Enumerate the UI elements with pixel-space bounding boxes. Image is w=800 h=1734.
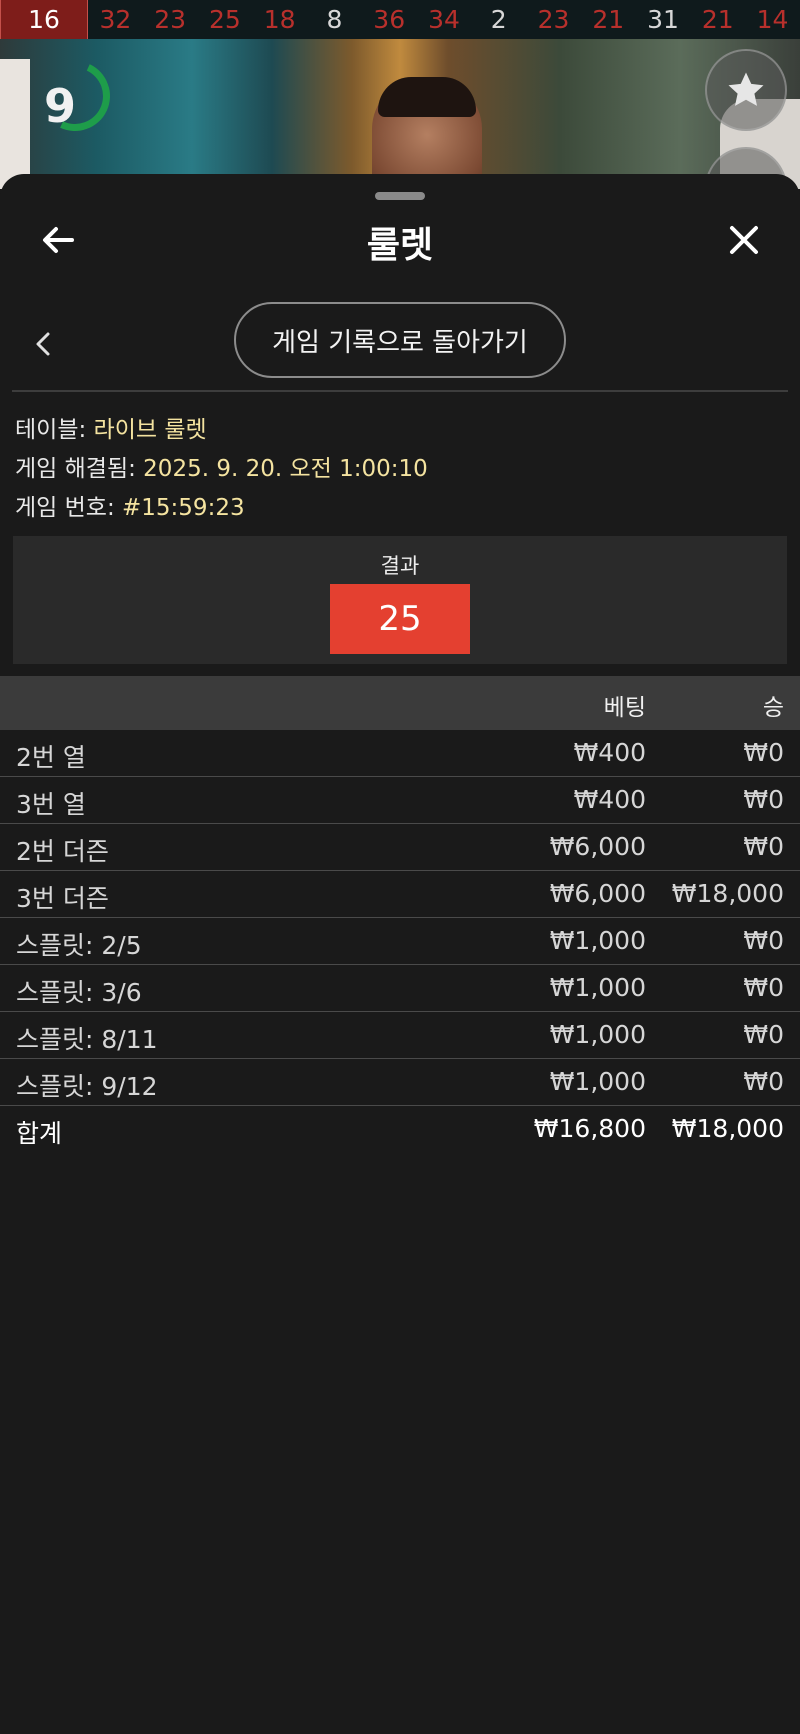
recent-result: 21 bbox=[701, 5, 734, 34]
table-info: 테이블: 라이브 룰렛 bbox=[15, 410, 207, 444]
win-amount: ₩0 bbox=[743, 1020, 784, 1049]
recent-result: 8 bbox=[326, 5, 343, 34]
table-label: 테이블: bbox=[15, 417, 94, 443]
bet-name: 스플릿: 9/12 bbox=[16, 1072, 158, 1101]
live-video-feed: 9 bbox=[0, 39, 800, 189]
table-row: 스플릿: 3/6 ₩1,000 ₩0 bbox=[0, 965, 800, 1012]
countdown-timer: 9 bbox=[44, 79, 77, 133]
win-amount: ₩0 bbox=[743, 832, 784, 861]
recent-result: 23 bbox=[154, 5, 187, 34]
bet-amount: ₩6,000 bbox=[549, 832, 646, 861]
table-row: 스플릿: 8/11 ₩1,000 ₩0 bbox=[0, 1012, 800, 1059]
recent-result: 16 bbox=[0, 0, 88, 40]
table-row: 2번 더즌 ₩6,000 ₩0 bbox=[0, 824, 800, 871]
chevron-left-icon[interactable] bbox=[28, 324, 58, 364]
video-background bbox=[0, 59, 30, 189]
game-number-info: 게임 번호: #15:59:23 bbox=[15, 488, 245, 522]
bet-name: 3번 열 bbox=[16, 790, 86, 819]
bet-amount: ₩1,000 bbox=[549, 1020, 646, 1049]
bet-name: 2번 열 bbox=[16, 743, 86, 772]
recent-result: 34 bbox=[428, 5, 460, 34]
recent-result: 2 bbox=[490, 5, 507, 34]
bet-amount: ₩400 bbox=[573, 785, 646, 814]
win-amount: ₩0 bbox=[743, 1067, 784, 1096]
close-icon[interactable] bbox=[724, 220, 764, 260]
win-amount: ₩0 bbox=[743, 926, 784, 955]
table-row: 3번 열 ₩400 ₩0 bbox=[0, 777, 800, 824]
column-header-win: 승 bbox=[762, 695, 784, 721]
result-number: 25 bbox=[330, 584, 470, 654]
resolved-label: 게임 해결됨: bbox=[15, 456, 144, 482]
total-win: ₩18,000 bbox=[671, 1114, 784, 1143]
bet-amount: ₩1,000 bbox=[549, 1067, 646, 1096]
bet-amount: ₩400 bbox=[573, 738, 646, 767]
bet-name: 2번 더즌 bbox=[16, 837, 109, 866]
bet-name: 스플릿: 2/5 bbox=[16, 931, 142, 960]
recent-result: 31 bbox=[647, 5, 679, 34]
divider bbox=[12, 390, 788, 392]
recent-result: 25 bbox=[209, 5, 241, 34]
drag-handle[interactable] bbox=[375, 192, 425, 200]
bets-table: 베팅 승 2번 열 ₩400 ₩0 3번 열 ₩400 ₩0 2번 더즌 ₩6,… bbox=[0, 676, 800, 1152]
column-header-bet: 베팅 bbox=[603, 695, 646, 721]
win-amount: ₩0 bbox=[743, 738, 784, 767]
table-row: 스플릿: 9/12 ₩1,000 ₩0 bbox=[0, 1059, 800, 1106]
recent-result: 18 bbox=[263, 5, 296, 34]
star-icon bbox=[728, 72, 764, 106]
game-number-value: #15:59:23 bbox=[122, 495, 245, 521]
bet-name: 스플릿: 8/11 bbox=[16, 1025, 158, 1054]
recent-result: 23 bbox=[537, 5, 570, 34]
resolved-value: 2025. 9. 20. 오전 1:00:10 bbox=[143, 456, 428, 482]
recent-result: 14 bbox=[756, 5, 789, 34]
bet-amount: ₩1,000 bbox=[549, 926, 646, 955]
total-bet: ₩16,800 bbox=[533, 1114, 646, 1143]
win-amount: ₩0 bbox=[743, 973, 784, 1002]
result-panel: 결과 25 bbox=[13, 536, 787, 664]
game-history-sheet: 룰렛 게임 기록으로 돌아가기 테이블: 라이브 룰렛 게임 해결됨: 2025… bbox=[0, 174, 800, 1734]
dealer-hair bbox=[378, 77, 476, 117]
total-label: 합계 bbox=[16, 1119, 63, 1148]
table-row: 3번 더즌 ₩6,000 ₩18,000 bbox=[0, 871, 800, 918]
page-title: 룰렛 bbox=[366, 225, 434, 266]
game-number-label: 게임 번호: bbox=[15, 495, 123, 521]
recent-results-strip: 16 32 23 25 18 8 36 34 2 23 21 31 21 14 bbox=[0, 0, 800, 40]
table-header: 베팅 승 bbox=[0, 676, 800, 730]
return-to-history-button[interactable]: 게임 기록으로 돌아가기 bbox=[234, 302, 566, 378]
bet-amount: ₩6,000 bbox=[549, 879, 646, 908]
recent-result: 32 bbox=[99, 5, 132, 34]
table-value: 라이브 룰렛 bbox=[93, 417, 207, 443]
total-row: 합계 ₩16,800 ₩18,000 bbox=[0, 1106, 800, 1152]
recent-result: 36 bbox=[373, 5, 406, 34]
table-row: 2번 열 ₩400 ₩0 bbox=[0, 730, 800, 777]
win-amount: ₩18,000 bbox=[671, 879, 784, 908]
result-label: 결과 bbox=[380, 554, 420, 578]
recent-result: 21 bbox=[592, 5, 625, 34]
table-row: 스플릿: 2/5 ₩1,000 ₩0 bbox=[0, 918, 800, 965]
bet-amount: ₩1,000 bbox=[549, 973, 646, 1002]
favorite-button[interactable] bbox=[705, 49, 787, 131]
bet-name: 3번 더즌 bbox=[16, 884, 109, 913]
bet-name: 스플릿: 3/6 bbox=[16, 978, 142, 1007]
win-amount: ₩0 bbox=[743, 785, 784, 814]
resolved-info: 게임 해결됨: 2025. 9. 20. 오전 1:00:10 bbox=[15, 449, 428, 483]
